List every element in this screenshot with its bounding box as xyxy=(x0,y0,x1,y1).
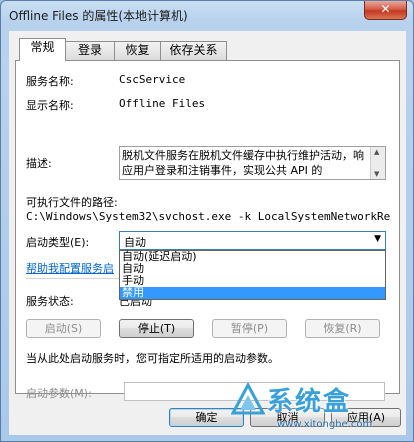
title-bar[interactable]: Offline Files 的属性(本地计算机) ✕ xyxy=(1,1,413,31)
chevron-down-icon[interactable]: ▼ xyxy=(374,234,381,244)
start-params-hint: 当从此处启动服务时，您可指定所适用的启动参数。 xyxy=(26,352,279,365)
resume-button[interactable]: 恢复(R) xyxy=(305,319,380,338)
startup-option-auto[interactable]: 自动 xyxy=(120,263,385,275)
tab-logon[interactable]: 登录 xyxy=(65,41,115,60)
window-title: Offline Files 的属性(本地计算机) xyxy=(9,9,188,23)
watermark-url: www.xitonghe.com xyxy=(277,419,373,430)
exe-path-value: C:\Windows\System32\svchost.exe -k Local… xyxy=(26,210,390,223)
tab-logon-label: 登录 xyxy=(77,43,102,57)
start-params-label: 启动参数(M): xyxy=(26,387,92,400)
help-configure-link[interactable]: 帮助我配置服务启 xyxy=(26,260,114,276)
start-button[interactable]: 启动(S) xyxy=(26,319,101,338)
general-tab-panel: 服务名称: CscService 显示名称: Offline Files 描述:… xyxy=(15,60,400,400)
description-label: 描述: xyxy=(26,157,52,170)
description-box[interactable]: 脱机文件服务在脱机文件缓存中执行维护活动，响应用户登录和注销事件，实现公共 AP… xyxy=(119,146,386,180)
service-name-label: 服务名称: xyxy=(26,75,74,88)
service-name-value: CscService xyxy=(119,73,186,86)
startup-type-value: 自动 xyxy=(124,236,146,249)
pause-button[interactable]: 暂停(P) xyxy=(212,319,287,338)
tab-general-label: 常规 xyxy=(30,40,55,54)
properties-window: Offline Files 的属性(本地计算机) ✕ 常规 登录 恢复 依存关系… xyxy=(0,0,414,442)
startup-type-dropdown: 自动(延迟启动) 自动 手动 禁用 xyxy=(119,250,386,300)
dialog-client-area: 常规 登录 恢复 依存关系 服务名称: CscService 显示名称: Off… xyxy=(9,31,406,435)
display-name-label: 显示名称: xyxy=(26,99,74,112)
description-text: 脱机文件服务在脱机文件缓存中执行维护活动，响应用户登录和注销事件，实现公共 AP… xyxy=(122,149,364,177)
startup-type-select[interactable]: 自动 ▼ xyxy=(119,231,386,250)
startup-type-label: 启动类型(E): xyxy=(26,236,90,249)
startup-option-auto-delayed[interactable]: 自动(延迟启动) xyxy=(120,251,385,263)
scroll-up-icon[interactable]: ▲ xyxy=(374,148,379,156)
startup-option-disabled[interactable]: 禁用 xyxy=(120,287,385,299)
tab-general[interactable]: 常规 xyxy=(19,38,66,61)
stop-button[interactable]: 停止(T) xyxy=(119,319,194,338)
description-scrollbar[interactable]: ▲ ▼ xyxy=(370,147,385,179)
watermark-logo-icon xyxy=(231,383,265,415)
tab-recovery[interactable]: 恢复 xyxy=(114,41,161,60)
tab-recovery-label: 恢复 xyxy=(125,43,150,57)
close-button[interactable]: ✕ xyxy=(364,1,407,20)
watermark-name: 系统盒 xyxy=(267,387,352,417)
tab-dependencies-label: 依存关系 xyxy=(169,43,218,57)
exe-path-label: 可执行文件的路径: xyxy=(26,196,118,209)
scroll-down-icon[interactable]: ▼ xyxy=(374,170,379,178)
startup-option-manual[interactable]: 手动 xyxy=(120,275,385,287)
display-name-value: Offline Files xyxy=(119,97,206,110)
tab-dependencies[interactable]: 依存关系 xyxy=(160,41,227,60)
service-status-label: 服务状态: xyxy=(26,295,74,308)
watermark: 系统盒 www.xitonghe.com xyxy=(231,379,407,437)
